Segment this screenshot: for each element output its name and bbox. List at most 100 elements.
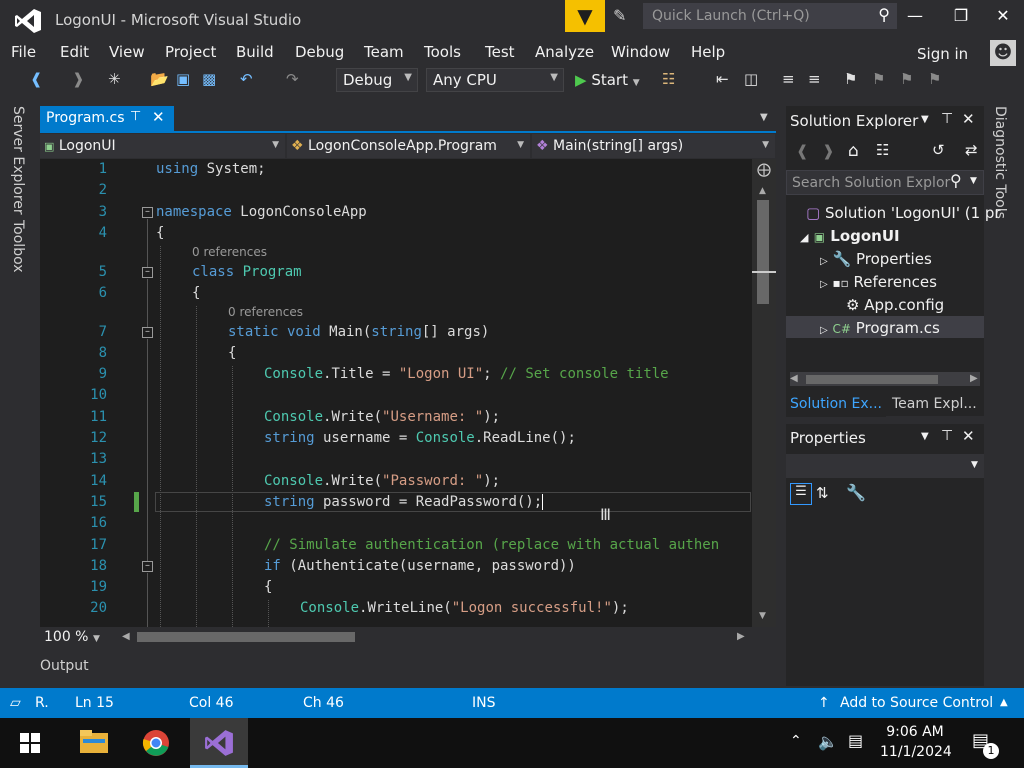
chevron-up-icon[interactable]: ▲: [1000, 697, 1008, 708]
chrome-icon[interactable]: [142, 729, 170, 757]
close-panel-icon[interactable]: ✕: [962, 110, 975, 128]
tree-solution[interactable]: ▢ Solution 'LogonUI' (1 pr: [806, 204, 1001, 222]
windows-start-icon[interactable]: [20, 733, 40, 753]
scroll-up-icon[interactable]: ▲: [759, 186, 766, 196]
tree-project[interactable]: ◢ ▣ LogonUI: [800, 227, 900, 245]
menu-edit[interactable]: Edit: [60, 43, 89, 61]
window-layout-icon[interactable]: ◫: [744, 70, 758, 88]
tray-overflow-chevron-icon[interactable]: ⌃: [790, 733, 802, 749]
scroll-left-icon[interactable]: ◀: [122, 631, 130, 642]
collapse-method-toggle[interactable]: –: [142, 327, 153, 338]
redo-icon[interactable]: ↷: [286, 70, 299, 88]
codelens-references[interactable]: 0 references: [192, 245, 267, 259]
forward-icon[interactable]: ❱: [822, 142, 835, 160]
scroll-right-icon[interactable]: ▶: [737, 631, 745, 642]
quick-launch-input[interactable]: Quick Launch (Ctrl+Q) ⚲: [643, 3, 897, 29]
collapse-class-toggle[interactable]: –: [142, 267, 153, 278]
collapse-namespace-toggle[interactable]: –: [142, 207, 153, 218]
open-folder-icon[interactable]: 📂: [150, 70, 169, 88]
panel-menu-chevron-icon[interactable]: ▼: [921, 431, 929, 442]
tab-program-cs[interactable]: Program.cs ⊤ ✕: [40, 106, 174, 131]
prev-bookmark-icon[interactable]: ⚑: [872, 70, 885, 88]
menu-window[interactable]: Window: [611, 43, 670, 61]
undo-icon[interactable]: ↶: [240, 70, 253, 88]
toolbox-tab[interactable]: Toolbox: [10, 220, 26, 273]
close-window-button[interactable]: ✕: [988, 6, 1018, 25]
sign-in-link[interactable]: Sign in: [917, 45, 968, 63]
close-panel-icon[interactable]: ✕: [962, 427, 975, 445]
back-icon[interactable]: ❰: [796, 142, 809, 160]
save-icon[interactable]: ▣: [176, 70, 190, 88]
uncomment-icon[interactable]: ≡: [808, 70, 821, 88]
pin-icon[interactable]: ⊤: [941, 111, 953, 127]
platform-select[interactable]: Any CPU ▼: [426, 68, 564, 92]
save-all-icon[interactable]: ▩: [202, 70, 216, 88]
bookmark-icon[interactable]: ⚑: [844, 70, 857, 88]
new-item-icon[interactable]: ✳: [108, 70, 121, 88]
project-dropdown[interactable]: ▣ LogonUI ▼: [40, 134, 286, 158]
menu-build[interactable]: Build: [236, 43, 274, 61]
comment-out-icon[interactable]: ≡: [782, 70, 795, 88]
status-char[interactable]: Ch 46: [303, 695, 344, 711]
chevron-down-icon[interactable]: ▼: [971, 460, 978, 470]
editor-horizontal-scroll-thumb[interactable]: [137, 632, 355, 642]
status-column[interactable]: Col 46: [189, 695, 234, 711]
pending-changes-icon[interactable]: ↺: [932, 141, 945, 159]
output-tab[interactable]: Output: [40, 658, 89, 674]
menu-view[interactable]: View: [109, 43, 145, 61]
search-options-chevron-icon[interactable]: ▼: [970, 176, 977, 186]
menu-project[interactable]: Project: [165, 43, 216, 61]
find-in-files-icon[interactable]: ☷: [662, 70, 675, 88]
pin-icon[interactable]: ⊤: [941, 428, 953, 444]
tree-references[interactable]: ▷ ▪▫ References: [820, 273, 937, 291]
menu-analyze[interactable]: Analyze: [535, 43, 594, 61]
sync-icon[interactable]: ⇄: [965, 141, 978, 159]
pin-icon[interactable]: ⊤: [130, 109, 141, 124]
clear-bookmarks-icon[interactable]: ⚑: [928, 70, 941, 88]
network-icon[interactable]: ▤: [848, 731, 863, 750]
forward-icon[interactable]: ❱: [72, 70, 85, 88]
panel-menu-chevron-icon[interactable]: ▼: [921, 114, 929, 125]
menu-team[interactable]: Team: [364, 43, 404, 61]
restore-button[interactable]: ❐: [946, 6, 976, 25]
feedback-icon[interactable]: ✎: [613, 6, 626, 25]
back-icon[interactable]: ❰: [30, 70, 43, 88]
menu-tools[interactable]: Tools: [424, 43, 461, 61]
switch-views-icon[interactable]: ☷: [876, 141, 889, 159]
menu-debug[interactable]: Debug: [295, 43, 344, 61]
tree-program-cs[interactable]: ▷ C# Program.cs: [820, 319, 940, 337]
step-icon[interactable]: ⇤: [716, 70, 729, 88]
menu-test[interactable]: Test: [485, 43, 515, 61]
codelens-references[interactable]: 0 references: [228, 305, 303, 319]
menu-help[interactable]: Help: [691, 43, 725, 61]
feedback-filter-icon[interactable]: ▼: [565, 0, 605, 32]
menu-file[interactable]: File: [11, 43, 36, 61]
add-to-source-control[interactable]: Add to Source Control: [840, 695, 993, 711]
tree-appconfig[interactable]: ⚙ App.config: [846, 296, 944, 314]
account-icon[interactable]: ☻: [990, 40, 1016, 66]
file-explorer-icon[interactable]: [80, 730, 108, 754]
server-explorer-tab[interactable]: Server Explorer: [10, 106, 26, 215]
diagnostic-tools-tab[interactable]: Diagnostic Tools: [992, 106, 1008, 219]
volume-icon[interactable]: 🔈: [818, 732, 838, 751]
configuration-select[interactable]: Debug ▼: [336, 68, 418, 92]
tree-properties[interactable]: ▷ 🔧 Properties: [820, 250, 932, 268]
scroll-right-icon[interactable]: ▶: [970, 373, 978, 384]
scroll-down-icon[interactable]: ▼: [759, 611, 766, 621]
tab-solution-explorer[interactable]: Solution Ex...: [786, 393, 886, 417]
properties-object-select[interactable]: [786, 454, 984, 478]
tab-overflow-chevron-icon[interactable]: ▼: [760, 112, 768, 123]
member-dropdown[interactable]: ❖ Main(string[] args) ▼: [532, 134, 776, 158]
start-button[interactable]: ▶ Start ▼: [575, 71, 640, 89]
property-pages-icon[interactable]: 🔧: [846, 483, 866, 502]
close-tab-icon[interactable]: ✕: [152, 108, 165, 126]
solution-horizontal-scroll-thumb[interactable]: [806, 375, 938, 384]
home-icon[interactable]: ⌂: [848, 141, 859, 161]
next-bookmark-icon[interactable]: ⚑: [900, 70, 913, 88]
scroll-left-icon[interactable]: ◀: [790, 373, 798, 384]
zoom-level[interactable]: 100 % ▼: [44, 629, 100, 645]
class-dropdown[interactable]: ❖ LogonConsoleApp.Program ▼: [287, 134, 531, 158]
taskbar-clock[interactable]: 9:06 AM 11/1/2024: [880, 722, 952, 762]
status-insert-mode[interactable]: INS: [472, 695, 496, 711]
split-editor-icon[interactable]: ⨁: [757, 162, 771, 178]
